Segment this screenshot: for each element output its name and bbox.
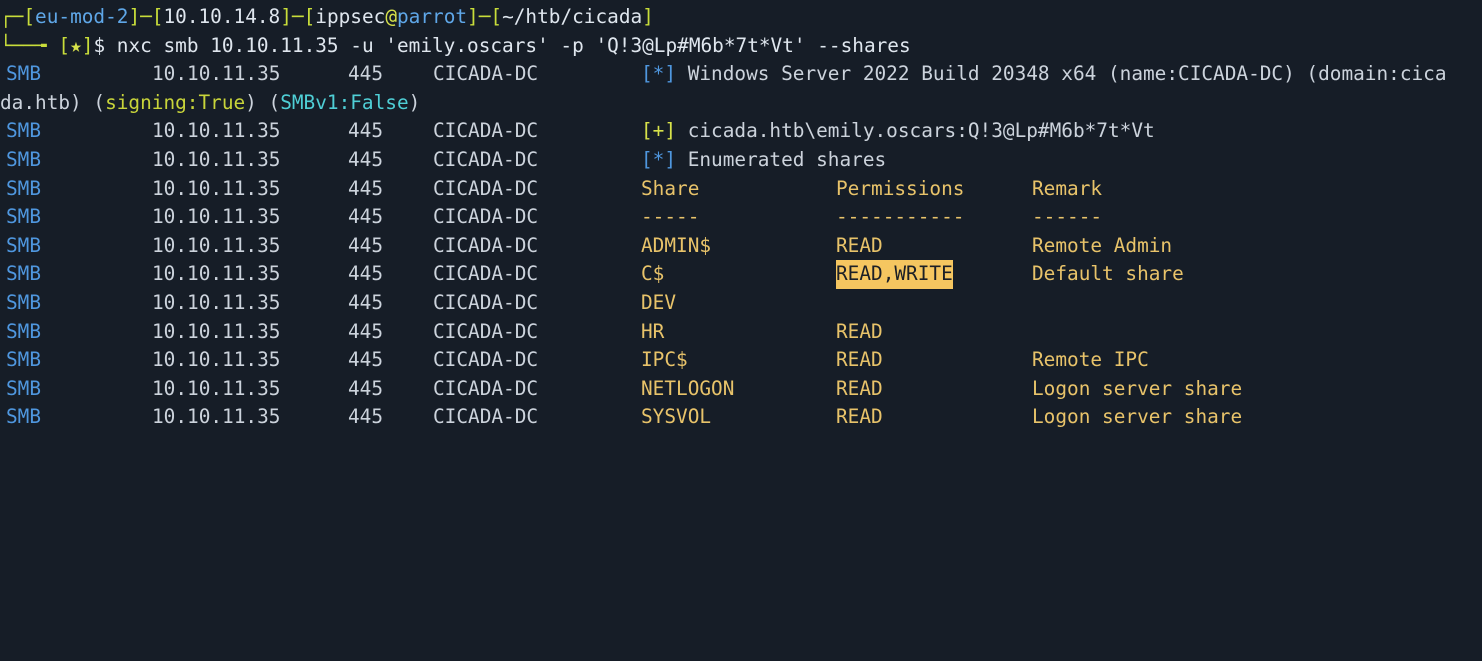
prompt-host-segment: eu-mod-2: [35, 5, 129, 28]
share-name: C$: [641, 262, 665, 286]
share-name: HR: [641, 319, 665, 343]
header-share: Share: [641, 176, 700, 200]
prompt-user: ippsec: [315, 5, 386, 28]
prompt-frame-top: ┌─: [0, 5, 24, 28]
share-permission: READ: [836, 319, 883, 343]
server-banner: Windows Server 2022 Build 20348 x64 (nam…: [676, 62, 1447, 86]
share-name: IPC$: [641, 348, 688, 372]
prompt-line: ┌─[eu-mod-2]─[10.10.14.8]─[ippsec@parrot…: [0, 5, 654, 28]
share-remark: Logon server share: [1032, 405, 1243, 429]
share-permission: READ: [836, 348, 883, 372]
share-row: SMB 10.10.11.35 445 CICADA-DC C$ READ,WR…: [0, 260, 1482, 289]
share-row: SMB 10.10.11.35 445 CICADA-DC IPC$ READ …: [0, 346, 1482, 375]
share-permission: READ: [836, 405, 883, 429]
prompt-ip-segment: 10.10.14.8: [163, 5, 281, 28]
share-remark: Remote IPC: [1032, 348, 1149, 372]
share-name: DEV: [641, 290, 677, 314]
share-remark: Default share: [1032, 262, 1184, 286]
header-permissions: Permissions: [836, 176, 965, 200]
share-remark: Logon server share: [1032, 376, 1243, 400]
share-table-divider: SMB 10.10.11.35 445 CICADA-DC ----- ----…: [6, 205, 1103, 229]
share-permission: READ: [836, 376, 883, 400]
output-line: SMB 10.10.11.35 445 CICADA-DC [*] Enumer…: [6, 147, 887, 171]
prompt-frame-bottom: └──╼: [0, 33, 47, 57]
share-row: SMB 10.10.11.35 445 CICADA-DC HR READ: [0, 318, 1482, 347]
share-name: ADMIN$: [641, 233, 712, 257]
output-line: SMB 10.10.11.35 445 CICADA-DC [*] Window…: [6, 62, 1447, 86]
share-row: SMB 10.10.11.35 445 CICADA-DC DEV: [0, 289, 1482, 318]
auth-result: cicada.htb\emily.oscars:Q!3@Lp#M6b*7t*Vt: [676, 119, 1155, 143]
prompt-status-icon: ★: [70, 33, 82, 57]
share-permission: READ: [836, 233, 883, 257]
share-row: SMB 10.10.11.35 445 CICADA-DC NETLOGON R…: [0, 375, 1482, 404]
prompt-directory: ~/htb/cicada: [502, 5, 643, 28]
share-row: SMB 10.10.11.35 445 CICADA-DC SYSVOL REA…: [0, 403, 1482, 432]
prompt-machine: parrot: [397, 5, 468, 28]
share-name: SYSVOL: [641, 405, 712, 429]
signing-status: signing:True: [105, 90, 246, 114]
enum-message: Enumerated shares: [676, 147, 887, 171]
smbv1-status: SMBv1:False: [280, 90, 409, 114]
output-line: SMB 10.10.11.35 445 CICADA-DC [+] cicada…: [6, 119, 1155, 143]
share-table-header: SMB 10.10.11.35 445 CICADA-DC Share Perm…: [0, 175, 1482, 204]
share-remark: Remote Admin: [1032, 233, 1173, 257]
info-marker: [*]: [641, 62, 677, 86]
output-line-wrap: da.htb) (signing:True) (SMBv1:False): [0, 90, 421, 114]
share-name: NETLOGON: [641, 376, 735, 400]
command-line[interactable]: └──╼ [★]$ nxc smb 10.10.11.35 -u 'emily.…: [0, 32, 1482, 61]
share-row: SMB 10.10.11.35 445 CICADA-DC ADMIN$ REA…: [0, 232, 1482, 261]
header-remark: Remark: [1032, 176, 1103, 200]
terminal-window[interactable]: ┌─[eu-mod-2]─[10.10.14.8]─[ippsec@parrot…: [0, 3, 1482, 432]
success-marker: [+]: [641, 119, 677, 143]
command-text: nxc smb 10.10.11.35 -u 'emily.oscars' -p…: [105, 33, 911, 57]
share-permission-highlighted[interactable]: READ,WRITE: [836, 260, 953, 289]
